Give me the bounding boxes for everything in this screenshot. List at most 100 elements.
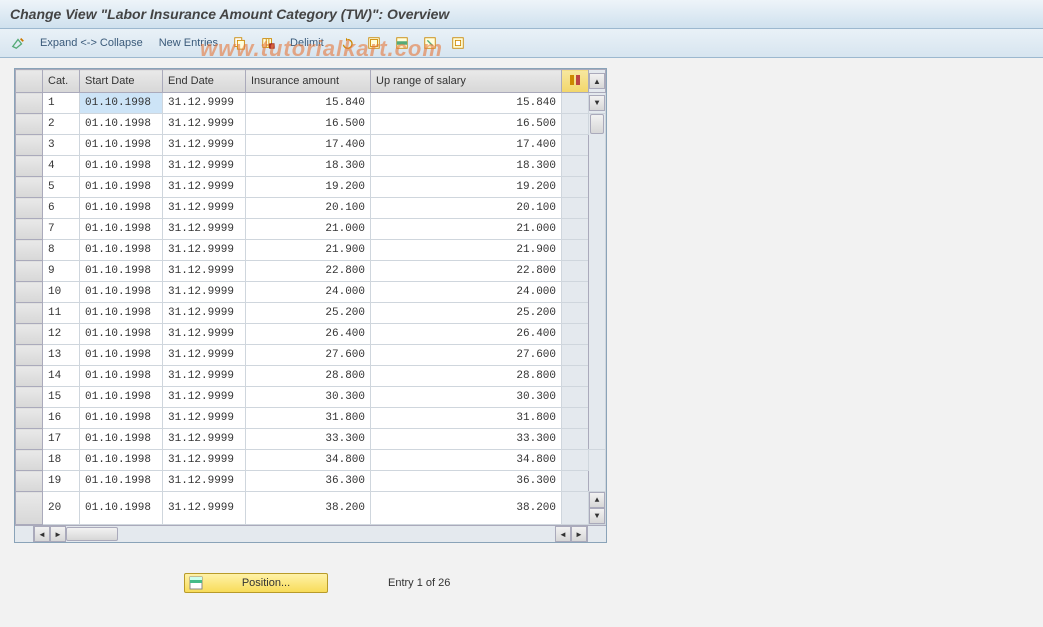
row-selector[interactable] [16, 450, 43, 471]
cell-amount[interactable]: 18.300 [246, 156, 371, 177]
copy-icon[interactable] [230, 33, 250, 53]
cell-start[interactable]: 01.10.1998 [80, 177, 163, 198]
cell-start[interactable]: 01.10.1998 [80, 429, 163, 450]
cell-range[interactable]: 36.300 [371, 471, 562, 492]
new-entries-button[interactable]: New Entries [155, 35, 222, 51]
configure-columns-icon[interactable] [562, 70, 589, 93]
cell-range[interactable]: 38.200 [371, 492, 562, 525]
cell-cat[interactable]: 15 [43, 387, 80, 408]
delete-icon[interactable] [258, 33, 278, 53]
row-selector-header[interactable] [16, 70, 43, 93]
cell-amount[interactable]: 25.200 [246, 303, 371, 324]
cell-amount[interactable]: 30.300 [246, 387, 371, 408]
cell-cat[interactable]: 17 [43, 429, 80, 450]
cell-amount[interactable]: 24.000 [246, 282, 371, 303]
print-icon[interactable] [448, 33, 468, 53]
cell-start[interactable]: 01.10.1998 [80, 450, 163, 471]
cell-end[interactable]: 31.12.9999 [163, 177, 246, 198]
cell-amount[interactable]: 26.400 [246, 324, 371, 345]
cell-end[interactable]: 31.12.9999 [163, 450, 246, 471]
row-selector[interactable] [16, 387, 43, 408]
cell-start[interactable]: 01.10.1998 [80, 366, 163, 387]
row-selector[interactable] [16, 492, 43, 525]
cell-range[interactable]: 17.400 [371, 135, 562, 156]
cell-range[interactable]: 20.100 [371, 198, 562, 219]
cell-cat[interactable]: 1 [43, 93, 80, 114]
cell-amount[interactable]: 16.500 [246, 114, 371, 135]
cell-amount[interactable]: 19.200 [246, 177, 371, 198]
scroll-up-step-icon[interactable]: ▲ [589, 492, 605, 508]
cell-end[interactable]: 31.12.9999 [163, 366, 246, 387]
scroll-left-icon[interactable]: ◄ [34, 526, 50, 542]
cell-cat[interactable]: 13 [43, 345, 80, 366]
cell-start[interactable]: 01.10.1998 [80, 324, 163, 345]
row-selector[interactable] [16, 177, 43, 198]
scroll-down-step-icon[interactable]: ▼ [589, 95, 605, 111]
row-selector[interactable] [16, 429, 43, 450]
cell-start[interactable]: 01.10.1998 [80, 345, 163, 366]
undo-icon[interactable] [336, 33, 356, 53]
cell-amount[interactable]: 36.300 [246, 471, 371, 492]
row-selector[interactable] [16, 93, 43, 114]
cell-range[interactable]: 19.200 [371, 177, 562, 198]
cell-amount[interactable]: 28.800 [246, 366, 371, 387]
delimit-button[interactable]: Delimit [286, 35, 328, 51]
cell-cat[interactable]: 16 [43, 408, 80, 429]
cell-amount[interactable]: 21.900 [246, 240, 371, 261]
cell-cat[interactable]: 19 [43, 471, 80, 492]
cell-range[interactable]: 27.600 [371, 345, 562, 366]
row-selector[interactable] [16, 324, 43, 345]
row-selector[interactable] [16, 156, 43, 177]
cell-range[interactable]: 31.800 [371, 408, 562, 429]
cell-cat[interactable]: 3 [43, 135, 80, 156]
cell-start[interactable]: 01.10.1998 [80, 135, 163, 156]
cell-start[interactable]: 01.10.1998 [80, 471, 163, 492]
cell-cat[interactable]: 18 [43, 450, 80, 471]
cell-end[interactable]: 31.12.9999 [163, 408, 246, 429]
cell-end[interactable]: 31.12.9999 [163, 492, 246, 525]
cell-cat[interactable]: 20 [43, 492, 80, 525]
cell-end[interactable]: 31.12.9999 [163, 261, 246, 282]
cell-range[interactable]: 22.800 [371, 261, 562, 282]
cell-start[interactable]: 01.10.1998 [80, 303, 163, 324]
cell-cat[interactable]: 14 [43, 366, 80, 387]
cell-range[interactable]: 18.300 [371, 156, 562, 177]
cell-amount[interactable]: 17.400 [246, 135, 371, 156]
cell-amount[interactable]: 21.000 [246, 219, 371, 240]
cell-cat[interactable]: 6 [43, 198, 80, 219]
cell-cat[interactable]: 2 [43, 114, 80, 135]
cell-range[interactable]: 30.300 [371, 387, 562, 408]
cell-range[interactable]: 16.500 [371, 114, 562, 135]
cell-start[interactable]: 01.10.1998 [80, 198, 163, 219]
cell-range[interactable]: 26.400 [371, 324, 562, 345]
cell-end[interactable]: 31.12.9999 [163, 303, 246, 324]
cell-amount[interactable]: 22.800 [246, 261, 371, 282]
row-selector[interactable] [16, 282, 43, 303]
cell-end[interactable]: 31.12.9999 [163, 114, 246, 135]
cell-end[interactable]: 31.12.9999 [163, 135, 246, 156]
cell-end[interactable]: 31.12.9999 [163, 387, 246, 408]
select-all-icon[interactable] [364, 33, 384, 53]
row-selector[interactable] [16, 135, 43, 156]
cell-end[interactable]: 31.12.9999 [163, 198, 246, 219]
col-range[interactable]: Up range of salary [371, 70, 562, 93]
cell-amount[interactable]: 34.800 [246, 450, 371, 471]
cell-end[interactable]: 31.12.9999 [163, 219, 246, 240]
cell-range[interactable]: 28.800 [371, 366, 562, 387]
cell-end[interactable]: 31.12.9999 [163, 156, 246, 177]
cell-cat[interactable]: 10 [43, 282, 80, 303]
cell-amount[interactable]: 27.600 [246, 345, 371, 366]
row-selector[interactable] [16, 240, 43, 261]
cell-amount[interactable]: 20.100 [246, 198, 371, 219]
col-start[interactable]: Start Date [80, 70, 163, 93]
cell-cat[interactable]: 11 [43, 303, 80, 324]
horizontal-scrollbar[interactable]: ◄ ► ◄ ► [15, 525, 606, 542]
expand-collapse-button[interactable]: Expand <-> Collapse [36, 35, 147, 51]
scroll-down-icon[interactable]: ▼ [589, 508, 605, 524]
cell-end[interactable]: 31.12.9999 [163, 345, 246, 366]
scroll-thumb[interactable] [590, 114, 604, 134]
cell-start[interactable]: 01.10.1998 [80, 156, 163, 177]
row-selector[interactable] [16, 303, 43, 324]
cell-cat[interactable]: 8 [43, 240, 80, 261]
row-selector[interactable] [16, 408, 43, 429]
